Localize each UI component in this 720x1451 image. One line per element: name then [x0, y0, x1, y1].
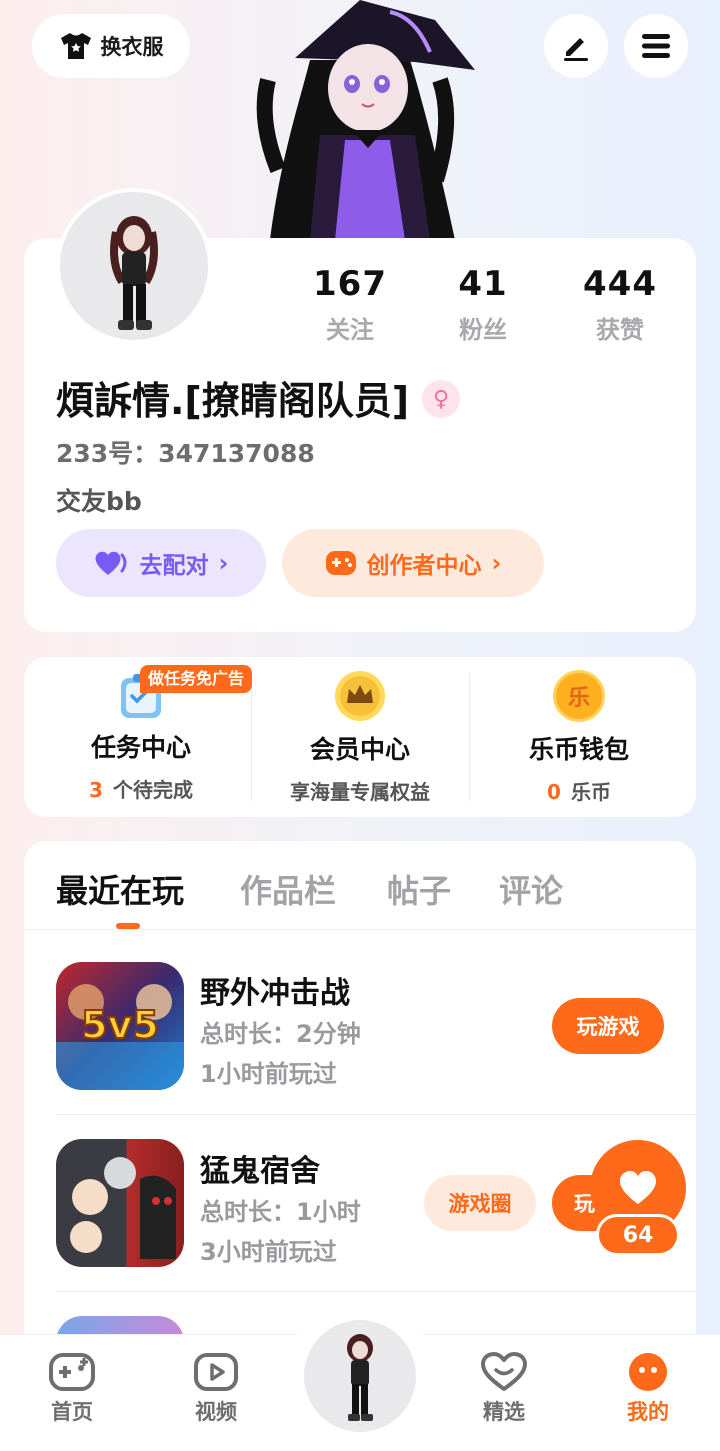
- tab-works[interactable]: 作品栏: [240, 866, 336, 912]
- game-duration: 总时长：2分钟: [200, 1020, 361, 1048]
- creator-label: 创作者中心: [366, 553, 482, 579]
- tab-comments[interactable]: 评论: [499, 866, 563, 912]
- nav-mine[interactable]: 我的: [598, 1352, 698, 1426]
- stat-likes-value: 444: [583, 264, 657, 304]
- coin-wallet-sub: 0 乐币: [467, 776, 691, 805]
- game-duration: 总时长：1小时: [200, 1198, 361, 1226]
- coin-wallet[interactable]: 乐 乐币钱包 0 乐币: [467, 670, 691, 805]
- coin-unit: 乐币: [570, 780, 611, 804]
- gamepad-outline-icon: [49, 1353, 95, 1391]
- vip-center[interactable]: 会员中心 享海量专属权益: [248, 670, 472, 805]
- game-icon-ghost-dorm[interactable]: [56, 1139, 184, 1267]
- stat-following-label: 关注: [326, 316, 374, 344]
- pair-label: 去配对: [139, 553, 209, 579]
- avatar-character-image: [256, 0, 475, 240]
- play-icon: [194, 1353, 238, 1391]
- chevron-right-icon: ›: [491, 549, 502, 577]
- shirt-icon: [60, 33, 91, 59]
- gamepad-icon: [325, 551, 356, 575]
- tab-recent[interactable]: 最近在玩: [56, 866, 184, 912]
- female-icon: ♀: [422, 380, 460, 418]
- game-name: 野外冲击战: [200, 976, 350, 1011]
- outfit-label: 换衣服: [100, 35, 164, 59]
- game-icon-art: 5v5: [56, 984, 184, 1090]
- edit-profile-button[interactable]: [544, 14, 608, 78]
- task-center-title: 任务中心: [90, 733, 191, 762]
- menu-button[interactable]: [624, 14, 688, 78]
- stat-fans[interactable]: 41 粉丝: [423, 264, 543, 345]
- task-pending-label: 个待完成: [112, 778, 193, 802]
- menu-icon: [642, 34, 670, 58]
- avatar[interactable]: [56, 188, 212, 344]
- game-circle-button[interactable]: 游戏圈: [424, 1175, 536, 1231]
- stat-following[interactable]: 167 关注: [290, 264, 410, 345]
- task-count: 3: [89, 778, 103, 802]
- game-icon-art: [70, 1157, 176, 1259]
- tab-posts[interactable]: 帖子: [387, 866, 451, 912]
- game-icon-5v5-text: 5v5: [81, 1003, 159, 1047]
- chevron-right-icon: ›: [218, 549, 229, 577]
- divider: [24, 929, 696, 930]
- game-last-played: 1小时前玩过: [200, 1060, 337, 1088]
- heart-outline-icon: [481, 1352, 527, 1391]
- game-last-played: 3小时前玩过: [200, 1238, 337, 1266]
- stat-likes-label: 获赞: [596, 316, 644, 344]
- coin-icon: 乐: [553, 670, 605, 722]
- like-float-button[interactable]: 64: [590, 1140, 686, 1258]
- nav-featured-label: 精选: [483, 1400, 525, 1424]
- username: 煩訴情.[撩睛阁队员]: [56, 379, 410, 423]
- nav-video[interactable]: 视频: [166, 1352, 266, 1426]
- nav-featured[interactable]: 精选: [454, 1352, 554, 1426]
- face-icon: [629, 1353, 667, 1391]
- avatar-figure: [347, 1334, 373, 1421]
- like-count: 64: [596, 1214, 680, 1256]
- pair-button[interactable]: 去配对 ›: [56, 529, 266, 597]
- stat-fans-label: 粉丝: [459, 316, 507, 344]
- stat-likes[interactable]: 444 获赞: [560, 264, 680, 345]
- nav-video-label: 视频: [195, 1400, 237, 1424]
- coin-wallet-title: 乐币钱包: [528, 735, 629, 764]
- crown-icon: [335, 671, 385, 721]
- creator-center-button[interactable]: 创作者中心 ›: [282, 529, 544, 597]
- play-game-button[interactable]: 玩游戏: [552, 998, 664, 1054]
- user-bio: 交友bb: [56, 487, 142, 516]
- ad-free-badge: 做任务免广告: [140, 665, 253, 693]
- divider: [56, 1114, 696, 1115]
- game-name: 猛鬼宿舍: [200, 1154, 320, 1189]
- task-center-sub: 3 个待完成: [29, 774, 253, 803]
- avatar-figure: [110, 216, 158, 330]
- outfit-button[interactable]: 换衣服: [32, 14, 190, 78]
- vip-center-title: 会员中心: [309, 735, 410, 764]
- nav-home[interactable]: 首页: [22, 1352, 122, 1426]
- pencil-icon: [564, 38, 588, 61]
- user-id[interactable]: 233号：347137088: [56, 434, 315, 470]
- nav-mine-label: 我的: [627, 1400, 669, 1424]
- vip-center-sub: 享海量专属权益: [290, 780, 430, 804]
- nav-avatar-button[interactable]: [304, 1320, 416, 1432]
- divider: [56, 1291, 696, 1292]
- nav-home-label: 首页: [51, 1400, 93, 1424]
- heart-pair-icon: [95, 551, 127, 575]
- coin-balance: 0: [547, 780, 561, 804]
- stat-following-value: 167: [313, 264, 387, 304]
- stat-fans-value: 41: [458, 264, 508, 304]
- heart-icon: [620, 1171, 656, 1204]
- game-icon-wild-strike[interactable]: 5v5: [56, 962, 184, 1090]
